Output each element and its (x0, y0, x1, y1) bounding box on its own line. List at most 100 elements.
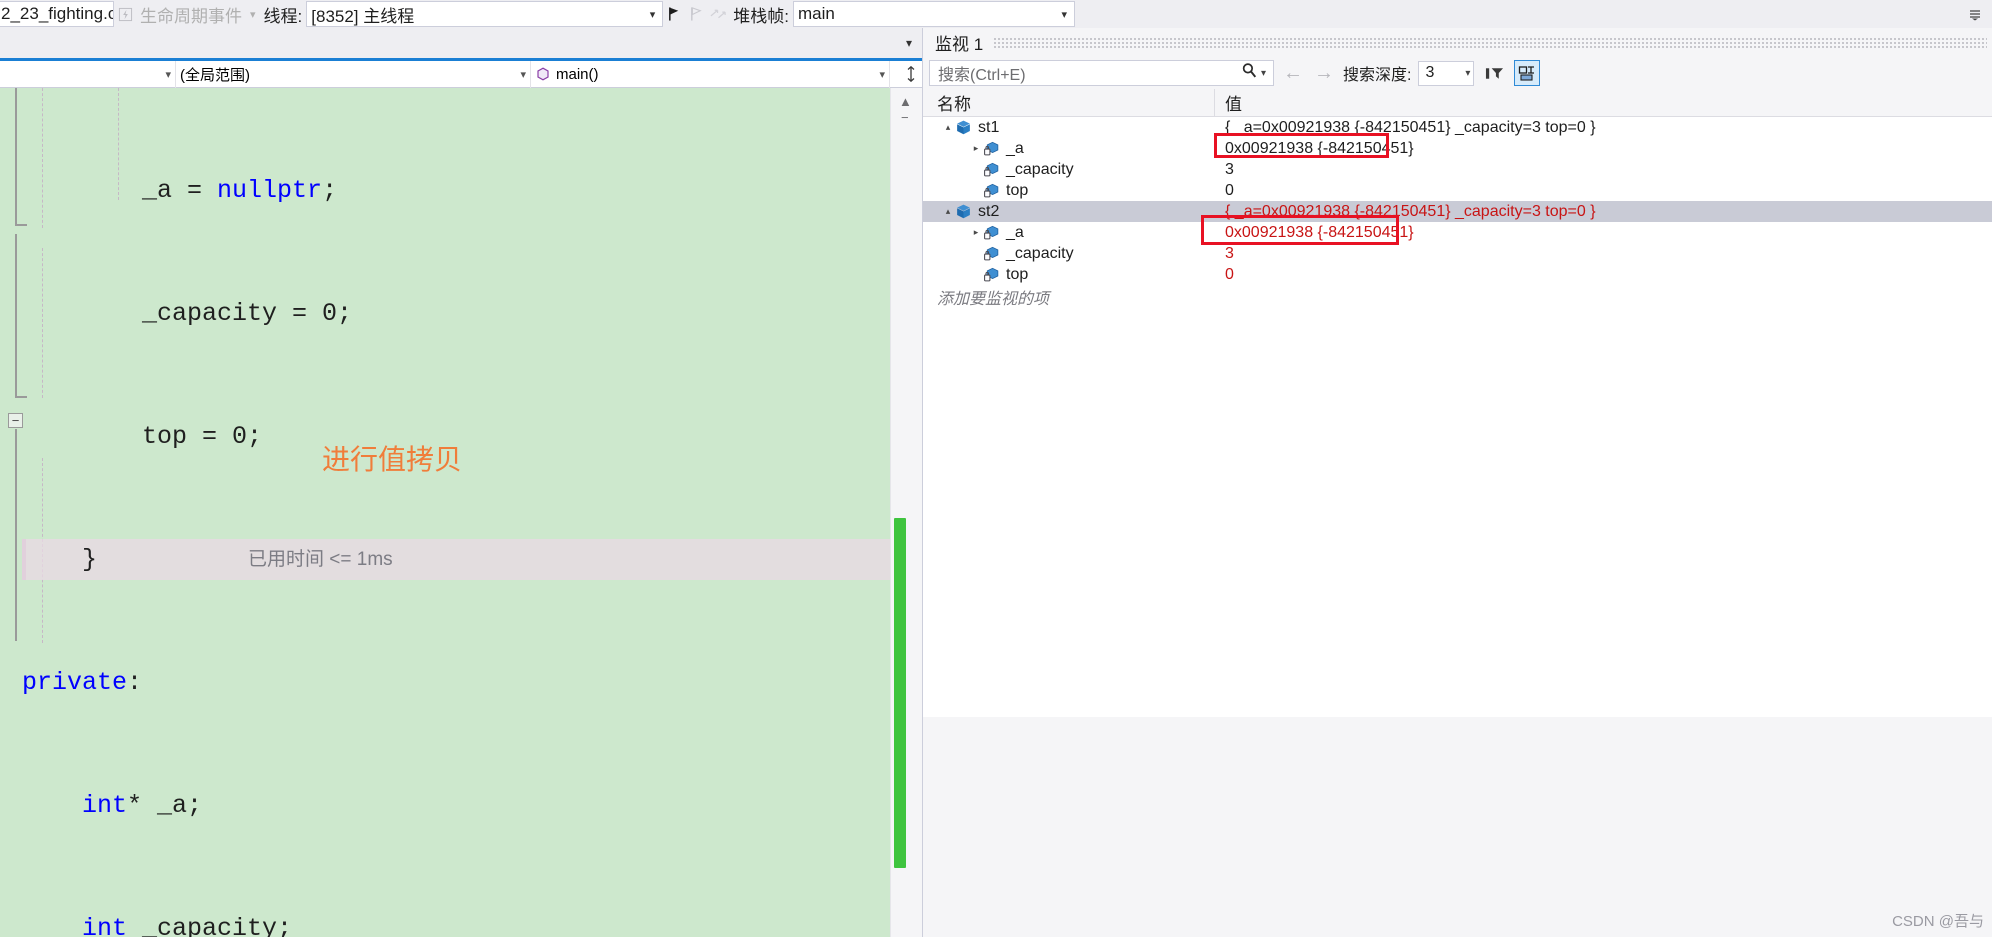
watch-row-name-cell: top (923, 180, 1215, 201)
editor-navigation-bar: ▾ (全局范围) ▾ main() ▾ (0, 60, 922, 88)
watch-row-st1_a[interactable]: ▸ _a 0x00921938 {-842150451} (923, 138, 1992, 159)
code-editor[interactable]: − _a = nullptr; _capacity = 0; top = 0; … (0, 88, 922, 937)
stackframe-combo-value: main (798, 4, 835, 23)
editor-column: ▾ ▾ (全局范围) ▾ main() ▾ − _a = nullptr; _c… (0, 28, 922, 937)
field-icon (983, 266, 1000, 283)
lifecycle-chevron-down-icon[interactable]: ▾ (246, 8, 260, 21)
collapse-arrow-icon[interactable]: ▴ (941, 122, 955, 133)
expand-arrow-icon[interactable]: ▸ (969, 143, 983, 154)
editor-subbar: ▾ (0, 28, 922, 58)
magnifier-icon[interactable] (1241, 62, 1258, 84)
flag-outline-icon[interactable] (685, 3, 707, 25)
search-depth-chevron-icon[interactable]: ▾ (1465, 68, 1470, 79)
search-depth-label: 搜索深度: (1343, 67, 1412, 84)
lightning-icon[interactable] (114, 3, 136, 25)
lifecycle-events-label[interactable]: 生命周期事件 (136, 2, 246, 27)
stackframe-chevron-down-icon[interactable]: ▾ (1056, 8, 1072, 21)
code-line[interactable]: private: (0, 662, 890, 703)
file-combo[interactable]: 2_23_fighting.c ▾ (0, 1, 114, 27)
scroll-up-arrow-icon[interactable]: ▲ (899, 94, 912, 109)
member-chevron-down-icon[interactable]: ▾ (873, 68, 885, 81)
add-watch-item-row[interactable]: 添加要监视的项 (923, 285, 1992, 309)
search-input-placeholder: 搜索(Ctrl+E) (938, 67, 1026, 84)
watch-row-st2_cap[interactable]: _capacity 3 (923, 243, 1992, 264)
file-combo-value: 2_23_fighting.c (1, 4, 114, 23)
code-line-text: _capacity = 0; (22, 299, 353, 328)
watch-row-value[interactable]: 0x00921938 {-842150451} (1215, 222, 1992, 243)
watch-row-value[interactable]: 0 (1215, 180, 1992, 201)
watch-row-value[interactable]: 0 (1215, 264, 1992, 285)
project-combo[interactable]: ▾ (0, 60, 176, 88)
watch-row-name-cell: _capacity (923, 243, 1215, 264)
flag-filled-icon[interactable] (663, 3, 685, 25)
watch-row-value[interactable]: { _a=0x00921938 {-842150451} _capacity=3… (1215, 201, 1992, 222)
watch-row-name: _a (1006, 223, 1024, 241)
watch-row-value[interactable]: { _a=0x00921938 {-842150451} _capacity=3… (1215, 117, 1992, 138)
watch-row-value[interactable]: 0x00921938 {-842150451} (1215, 138, 1992, 159)
watch-grid-header: 名称 值 (923, 89, 1992, 117)
watch-row-value[interactable]: 3 (1215, 159, 1992, 180)
watch-row-name: st1 (978, 118, 1000, 136)
expand-arrow-icon[interactable]: ▸ (969, 227, 983, 238)
code-line[interactable]: _capacity = 0; (0, 293, 890, 334)
code-line[interactable]: _a = nullptr; (0, 170, 890, 211)
column-header-value[interactable]: 值 (1215, 89, 1992, 116)
watch-row-st1_top[interactable]: top 0 (923, 180, 1992, 201)
thread-label: 线程: (263, 6, 303, 26)
editor-overflow-chevron-icon[interactable]: ▾ (896, 36, 922, 50)
watch-row-st2[interactable]: ▴ st2 { _a=0x00921938 {-842150451} _capaci… (923, 201, 1992, 222)
stackframe-combo[interactable]: main ▾ (793, 1, 1075, 27)
collapse-arrow-icon[interactable]: ▴ (941, 206, 955, 217)
watch-row-name: top (1006, 181, 1029, 199)
watch-row-name-cell: ▴ st2 (923, 201, 1215, 222)
split-window-icon[interactable] (900, 66, 922, 82)
watch-row-name: _capacity (1006, 160, 1074, 178)
watch-row-st2_a[interactable]: ▸ _a 0x00921938 {-842150451} (923, 222, 1992, 243)
watch-row-st2_top[interactable]: top 0 (923, 264, 1992, 285)
watch-row-st1_cap[interactable]: _capacity 3 (923, 159, 1992, 180)
method-icon (535, 66, 551, 82)
thread-combo[interactable]: [8352] 主线程 ▾ (306, 1, 664, 27)
search-forward-arrow-icon[interactable]: → (1312, 62, 1336, 85)
watch-row-st1[interactable]: ▴ st1 { _a=0x00921938 {-842150451} _capaci… (923, 117, 1992, 138)
member-combo[interactable]: main() ▾ (531, 60, 890, 88)
scrollbar-thumb[interactable] (894, 518, 906, 868)
debug-toolbar: 2_23_fighting.c ▾ 生命周期事件 ▾ 线程: [8352] 主线… (0, 0, 1992, 28)
watch-title-bar[interactable]: 监视 1 (923, 28, 1992, 57)
scope-combo-value: (全局范围) (180, 66, 250, 84)
search-input[interactable]: 搜索(Ctrl+E) ▾ (929, 60, 1274, 86)
cube-icon (955, 203, 972, 220)
code-line-text: _a = nullptr; (22, 176, 338, 205)
titlebar-drag-dots[interactable] (993, 36, 1987, 49)
code-text[interactable]: _a = nullptr; _capacity = 0; top = 0; } … (0, 88, 890, 937)
scroll-collapse-icon[interactable]: − (901, 110, 909, 125)
column-header-name[interactable]: 名称 (923, 89, 1215, 116)
code-line[interactable]: int _capacity; (0, 908, 890, 937)
search-options-chevron-icon[interactable]: ▾ (1258, 68, 1269, 79)
watch-row-value[interactable]: 3 (1215, 243, 1992, 264)
elapsed-time-adornment: 已用时间 <= 1ms (248, 549, 393, 570)
search-back-arrow-icon[interactable]: ← (1281, 62, 1305, 85)
search-depth-combo[interactable]: 3 ▾ (1418, 60, 1475, 86)
scope-chevron-down-icon[interactable]: ▾ (514, 68, 526, 81)
thread-chevron-down-icon[interactable]: ▾ (645, 8, 661, 21)
watch-row-name-cell: ▸ _a (923, 222, 1215, 243)
code-line-text: top = 0; (22, 422, 263, 451)
code-line-text: int _capacity; (82, 914, 293, 937)
code-line[interactable]: } (0, 539, 890, 580)
toolbar-overflow-icon[interactable] (1964, 3, 1986, 25)
project-chevron-down-icon[interactable]: ▾ (159, 68, 171, 81)
watch-row-name: _a (1006, 139, 1024, 157)
thread-combo-value: [8352] 主线程 (311, 6, 415, 26)
watch-toolbar: 搜索(Ctrl+E) ▾ ← → 搜索深度: 3 ▾ (923, 57, 1992, 89)
scope-combo[interactable]: (全局范围) ▾ (176, 60, 531, 88)
code-line[interactable]: int* _a; (0, 785, 890, 826)
watch-row-name: st2 (978, 202, 1000, 220)
filter-columns-icon[interactable] (1481, 60, 1507, 86)
hex-display-icon[interactable] (1514, 60, 1541, 86)
code-line-text: int* _a; (82, 791, 203, 820)
field-icon (983, 245, 1000, 262)
watch-row-name-cell: top (923, 264, 1215, 285)
step-arrows-icon[interactable] (707, 3, 729, 25)
editor-scrollbar[interactable]: ▲ − (890, 88, 922, 937)
